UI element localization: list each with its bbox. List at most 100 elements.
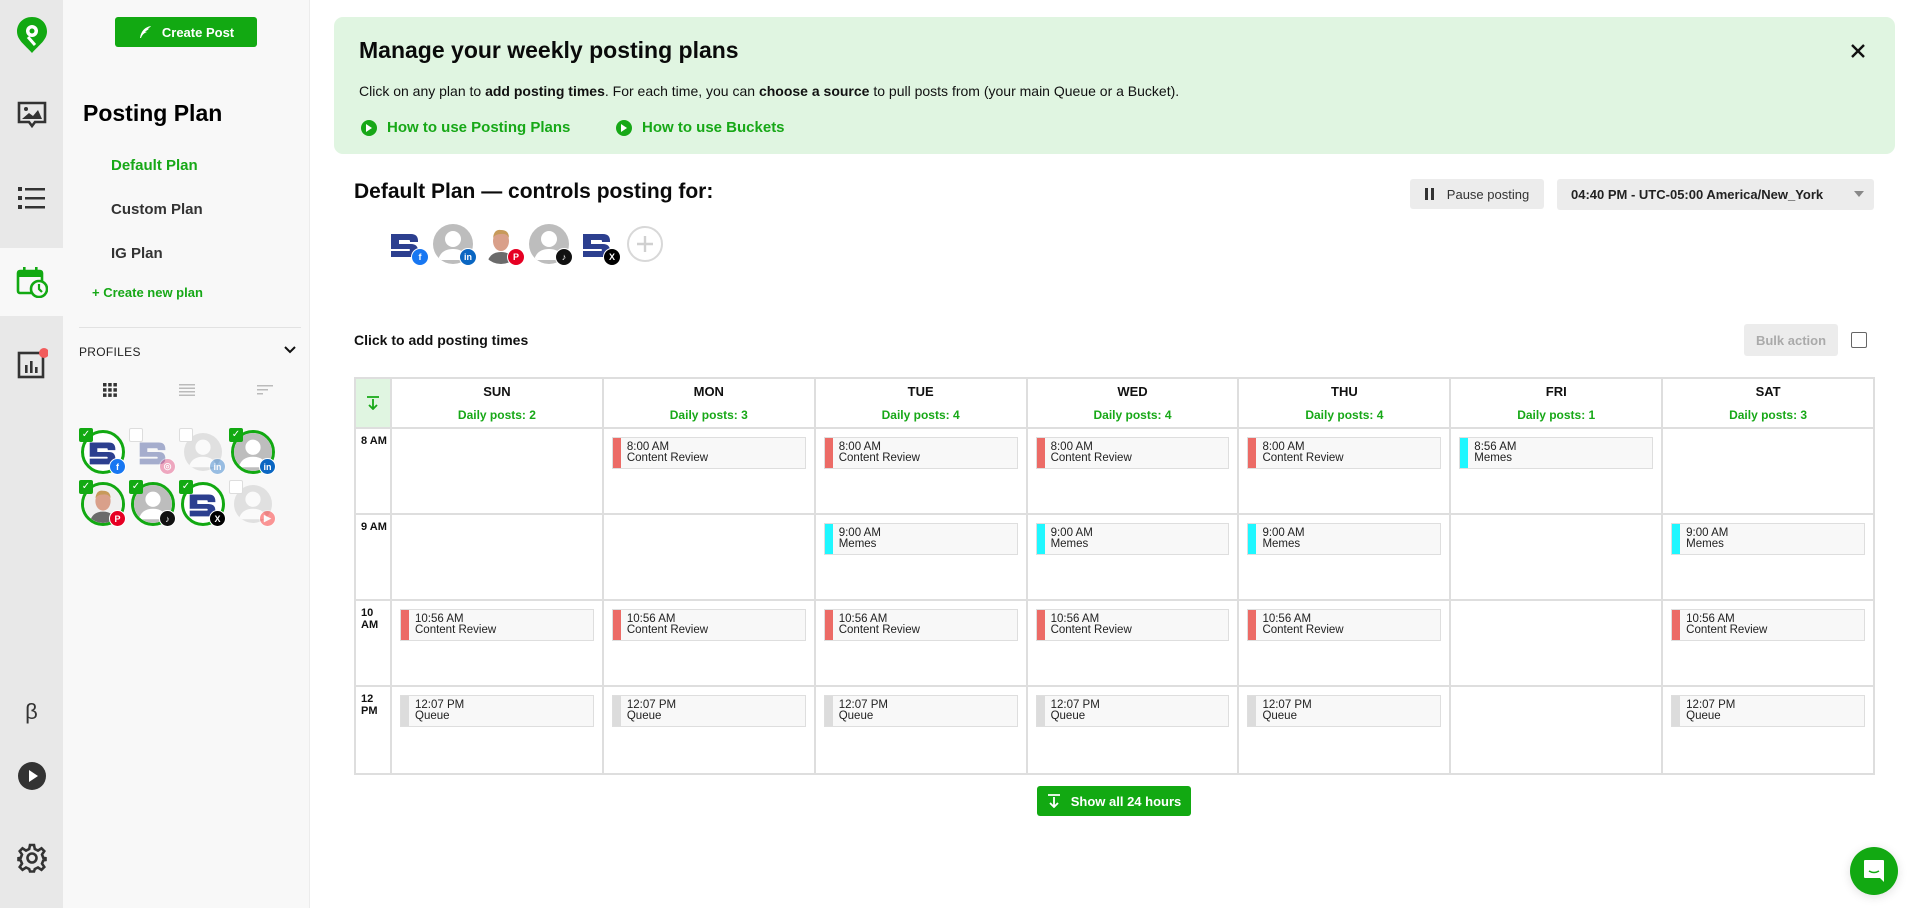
rail-analytics[interactable] [0, 344, 63, 384]
schedule-cell[interactable]: 12:07 PM Queue [1239, 687, 1452, 773]
checkbox-checked-icon[interactable]: ✓ [229, 428, 243, 442]
profile-item[interactable]: ✓ P [79, 480, 127, 528]
day-header-fri[interactable]: FRI Daily posts: 1 [1451, 379, 1664, 427]
pause-posting-button[interactable]: Pause posting [1410, 179, 1544, 209]
checkbox-checked-icon[interactable]: ✓ [79, 428, 93, 442]
rail-tutorials[interactable] [0, 759, 63, 793]
plan-item-ig[interactable]: IG Plan [111, 245, 163, 262]
how-to-posting-plans-link[interactable]: How to use Posting Plans [361, 119, 570, 136]
schedule-cell[interactable]: 9:00 AM Memes [816, 515, 1028, 599]
posting-time-slot[interactable]: 12:07 PM Queue [611, 695, 806, 727]
logo-button[interactable] [0, 12, 63, 58]
profile-item[interactable]: ✓ ♪ [129, 480, 177, 528]
schedule-cell[interactable]: 8:00 AM Content Review [1239, 429, 1452, 513]
sort-toggle[interactable] [253, 380, 277, 400]
day-header-tue[interactable]: TUE Daily posts: 4 [816, 379, 1028, 427]
schedule-cell[interactable]: 10:56 AM Content Review [1239, 601, 1452, 685]
plan-profile-avatar[interactable]: in [433, 224, 477, 266]
posting-time-slot[interactable]: 12:07 PM Queue [400, 695, 594, 727]
schedule-cell[interactable]: 12:07 PM Queue [604, 687, 816, 773]
plan-profile-avatar[interactable]: X [577, 224, 621, 266]
schedule-cell[interactable]: 9:00 AM Memes [1028, 515, 1240, 599]
day-header-sat[interactable]: SAT Daily posts: 3 [1663, 379, 1873, 427]
add-profile-button[interactable] [627, 226, 663, 262]
day-header-mon[interactable]: MON Daily posts: 3 [604, 379, 816, 427]
schedule-cell[interactable] [1451, 687, 1664, 773]
posting-time-slot[interactable]: 8:00 AM Content Review [1247, 437, 1442, 469]
rail-media[interactable] [0, 95, 63, 135]
schedule-cell[interactable] [1451, 515, 1664, 599]
schedule-cell[interactable]: 10:56 AM Content Review [1663, 601, 1873, 685]
posting-time-slot[interactable]: 10:56 AM Content Review [400, 609, 594, 641]
posting-time-slot[interactable]: 10:56 AM Content Review [823, 609, 1018, 641]
checkbox-checked-icon[interactable]: ✓ [79, 480, 93, 494]
checkbox-checked-icon[interactable]: ✓ [179, 480, 193, 494]
schedule-cell[interactable]: 12:07 PM Queue [816, 687, 1028, 773]
profile-item[interactable]: ✓ X [179, 480, 227, 528]
schedule-cell[interactable] [392, 429, 604, 513]
posting-time-slot[interactable]: 12:07 PM Queue [823, 695, 1018, 727]
schedule-cell[interactable]: 9:00 AM Memes [1663, 515, 1873, 599]
posting-time-slot[interactable]: 9:00 AM Memes [1247, 523, 1442, 555]
posting-time-slot[interactable]: 8:56 AM Memes [1459, 437, 1654, 469]
list-view-toggle[interactable] [175, 380, 199, 400]
profile-item[interactable]: ✓ f [79, 428, 127, 476]
posting-time-slot[interactable]: 12:07 PM Queue [1247, 695, 1442, 727]
day-header-sun[interactable]: SUN Daily posts: 2 [392, 379, 604, 427]
plan-profile-avatar[interactable]: ♪ [529, 224, 573, 266]
posting-time-slot[interactable]: 9:00 AM Memes [1671, 523, 1866, 555]
posting-time-slot[interactable]: 9:00 AM Memes [823, 523, 1018, 555]
schedule-cell[interactable]: 12:07 PM Queue [1028, 687, 1240, 773]
posting-time-slot[interactable]: 12:07 PM Queue [1671, 695, 1866, 727]
how-to-buckets-link[interactable]: How to use Buckets [616, 119, 785, 136]
support-chat-button[interactable] [1850, 847, 1898, 895]
timezone-select[interactable]: 04:40 PM - UTC-05:00 America/New_York [1557, 179, 1874, 210]
schedule-cell[interactable]: 10:56 AM Content Review [392, 601, 604, 685]
schedule-cell[interactable] [1451, 601, 1664, 685]
schedule-cell[interactable]: 10:56 AM Content Review [816, 601, 1028, 685]
profile-item[interactable]: ✓ ▶ [229, 480, 277, 528]
schedule-cell[interactable]: 10:56 AM Content Review [1028, 601, 1240, 685]
checkbox-unchecked-icon[interactable]: ✓ [229, 480, 243, 494]
posting-time-slot[interactable]: 8:00 AM Content Review [611, 437, 806, 469]
posting-time-slot[interactable]: 9:00 AM Memes [1035, 523, 1230, 555]
rail-list[interactable] [0, 178, 63, 218]
rail-settings[interactable] [0, 841, 63, 875]
posting-time-slot[interactable]: 10:56 AM Content Review [611, 609, 806, 641]
schedule-cell[interactable]: 8:00 AM Content Review [604, 429, 816, 513]
rail-beta[interactable]: β [0, 695, 63, 729]
profile-item[interactable]: ✓ ◎ [129, 428, 177, 476]
grid-view-toggle[interactable] [98, 380, 122, 400]
day-header-thu[interactable]: THU Daily posts: 4 [1239, 379, 1452, 427]
profiles-collapse-toggle[interactable] [284, 343, 296, 357]
schedule-cell[interactable]: 9:00 AM Memes [1239, 515, 1452, 599]
schedule-cell[interactable] [1663, 429, 1873, 513]
bulk-action-button[interactable]: Bulk action [1744, 324, 1838, 356]
checkbox-unchecked-icon[interactable]: ✓ [129, 428, 143, 442]
posting-time-slot[interactable]: 8:00 AM Content Review [1035, 437, 1230, 469]
posting-time-slot[interactable]: 10:56 AM Content Review [1035, 609, 1230, 641]
show-all-hours-button[interactable]: Show all 24 hours [1037, 786, 1191, 816]
posting-time-slot[interactable]: 10:56 AM Content Review [1671, 609, 1866, 641]
create-new-plan-link[interactable]: + Create new plan [92, 285, 203, 300]
schedule-cell[interactable]: 8:00 AM Content Review [816, 429, 1028, 513]
schedule-cell[interactable]: 12:07 PM Queue [392, 687, 604, 773]
expand-hours-button[interactable] [356, 379, 392, 427]
profile-item[interactable]: ✓ in [179, 428, 227, 476]
create-post-button[interactable]: Create Post [115, 17, 257, 47]
schedule-cell[interactable]: 10:56 AM Content Review [604, 601, 816, 685]
rail-posting-plan[interactable] [0, 262, 63, 302]
day-header-wed[interactable]: WED Daily posts: 4 [1028, 379, 1240, 427]
plan-item-custom[interactable]: Custom Plan [111, 201, 203, 218]
posting-time-slot[interactable]: 8:00 AM Content Review [823, 437, 1018, 469]
posting-time-slot[interactable]: 12:07 PM Queue [1035, 695, 1230, 727]
checkbox-unchecked-icon[interactable]: ✓ [179, 428, 193, 442]
checkbox-checked-icon[interactable]: ✓ [129, 480, 143, 494]
profile-item[interactable]: ✓ in [229, 428, 277, 476]
schedule-cell[interactable]: 12:07 PM Queue [1663, 687, 1873, 773]
posting-time-slot[interactable]: 10:56 AM Content Review [1247, 609, 1442, 641]
plan-profile-avatar[interactable]: P [481, 224, 525, 266]
plan-profile-avatar[interactable]: f [385, 224, 429, 266]
select-all-checkbox[interactable] [1851, 332, 1867, 348]
plan-item-default[interactable]: Default Plan [111, 157, 198, 174]
